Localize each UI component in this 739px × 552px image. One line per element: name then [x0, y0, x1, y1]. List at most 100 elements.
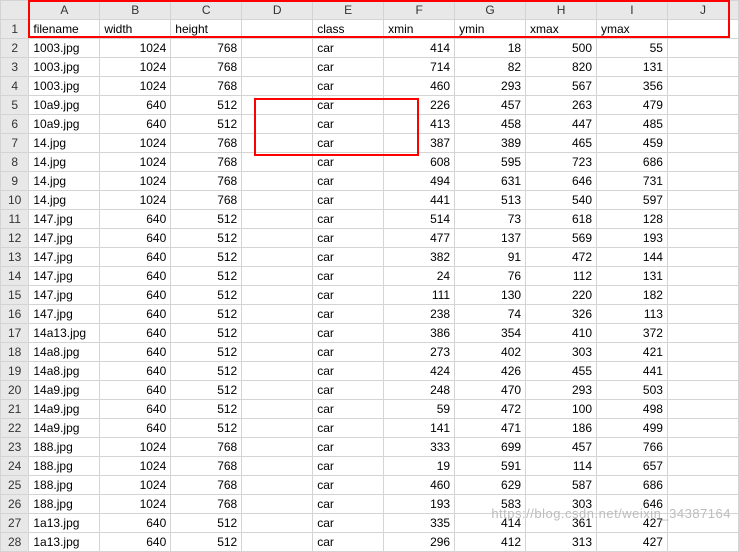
- cell[interactable]: [667, 77, 738, 96]
- cell[interactable]: 147.jpg: [29, 248, 100, 267]
- cell[interactable]: [242, 362, 313, 381]
- cell[interactable]: 640: [100, 267, 171, 286]
- cell[interactable]: 512: [171, 381, 242, 400]
- cell[interactable]: car: [313, 96, 384, 115]
- cell[interactable]: 427: [597, 533, 668, 552]
- row-header[interactable]: 19: [1, 362, 29, 381]
- cell[interactable]: 188.jpg: [29, 495, 100, 514]
- cell[interactable]: [242, 210, 313, 229]
- cell[interactable]: 111: [384, 286, 455, 305]
- col-header-C[interactable]: C: [171, 1, 242, 20]
- cell[interactable]: filename: [29, 20, 100, 39]
- cell[interactable]: car: [313, 39, 384, 58]
- cell[interactable]: car: [313, 495, 384, 514]
- cell[interactable]: car: [313, 476, 384, 495]
- cell[interactable]: 512: [171, 362, 242, 381]
- cell[interactable]: 472: [455, 400, 526, 419]
- cell[interactable]: 514: [384, 210, 455, 229]
- cell[interactable]: [667, 20, 738, 39]
- cell[interactable]: 512: [171, 514, 242, 533]
- corner-cell[interactable]: [1, 1, 29, 20]
- cell[interactable]: 1003.jpg: [29, 58, 100, 77]
- spreadsheet-grid[interactable]: A B C D E F G H I J 1filenamewidthheight…: [0, 0, 739, 552]
- cell[interactable]: [242, 248, 313, 267]
- cell[interactable]: 10a9.jpg: [29, 115, 100, 134]
- cell[interactable]: 1024: [100, 153, 171, 172]
- cell[interactable]: 768: [171, 58, 242, 77]
- cell[interactable]: 389: [455, 134, 526, 153]
- cell[interactable]: 303: [526, 343, 597, 362]
- cell[interactable]: 426: [455, 362, 526, 381]
- cell[interactable]: car: [313, 533, 384, 552]
- cell[interactable]: 640: [100, 248, 171, 267]
- cell[interactable]: 14.jpg: [29, 134, 100, 153]
- cell[interactable]: 512: [171, 343, 242, 362]
- cell[interactable]: 629: [455, 476, 526, 495]
- cell[interactable]: 455: [526, 362, 597, 381]
- cell[interactable]: 14a8.jpg: [29, 362, 100, 381]
- cell[interactable]: 768: [171, 476, 242, 495]
- cell[interactable]: [242, 134, 313, 153]
- cell[interactable]: 186: [526, 419, 597, 438]
- cell[interactable]: car: [313, 514, 384, 533]
- cell[interactable]: 413: [384, 115, 455, 134]
- cell[interactable]: 657: [597, 457, 668, 476]
- cell[interactable]: 131: [597, 58, 668, 77]
- cell[interactable]: [667, 229, 738, 248]
- cell[interactable]: [667, 153, 738, 172]
- cell[interactable]: 513: [455, 191, 526, 210]
- cell[interactable]: ymin: [455, 20, 526, 39]
- row-header[interactable]: 12: [1, 229, 29, 248]
- cell[interactable]: [242, 495, 313, 514]
- cell[interactable]: [242, 229, 313, 248]
- cell[interactable]: 640: [100, 305, 171, 324]
- cell[interactable]: ymax: [597, 20, 668, 39]
- row-header[interactable]: 22: [1, 419, 29, 438]
- cell[interactable]: 731: [597, 172, 668, 191]
- row-header[interactable]: 13: [1, 248, 29, 267]
- cell[interactable]: 1024: [100, 134, 171, 153]
- cell[interactable]: car: [313, 134, 384, 153]
- row-header[interactable]: 2: [1, 39, 29, 58]
- cell[interactable]: [667, 438, 738, 457]
- cell[interactable]: [242, 343, 313, 362]
- cell[interactable]: 477: [384, 229, 455, 248]
- cell[interactable]: 768: [171, 457, 242, 476]
- cell[interactable]: car: [313, 191, 384, 210]
- cell[interactable]: 820: [526, 58, 597, 77]
- cell[interactable]: 460: [384, 476, 455, 495]
- cell[interactable]: [667, 362, 738, 381]
- cell[interactable]: 14.jpg: [29, 153, 100, 172]
- cell[interactable]: 238: [384, 305, 455, 324]
- cell[interactable]: 386: [384, 324, 455, 343]
- cell[interactable]: [242, 381, 313, 400]
- row-header[interactable]: 23: [1, 438, 29, 457]
- cell[interactable]: 248: [384, 381, 455, 400]
- cell[interactable]: [667, 191, 738, 210]
- cell[interactable]: 470: [455, 381, 526, 400]
- col-header-D[interactable]: D: [242, 1, 313, 20]
- cell[interactable]: 1003.jpg: [29, 39, 100, 58]
- cell[interactable]: car: [313, 210, 384, 229]
- cell[interactable]: 1a13.jpg: [29, 514, 100, 533]
- cell[interactable]: 263: [526, 96, 597, 115]
- cell[interactable]: [667, 495, 738, 514]
- cell[interactable]: [242, 305, 313, 324]
- cell[interactable]: [242, 286, 313, 305]
- cell[interactable]: [667, 419, 738, 438]
- row-header[interactable]: 17: [1, 324, 29, 343]
- col-header-J[interactable]: J: [667, 1, 738, 20]
- cell[interactable]: [242, 58, 313, 77]
- row-header[interactable]: 20: [1, 381, 29, 400]
- cell[interactable]: [667, 533, 738, 552]
- cell[interactable]: 512: [171, 419, 242, 438]
- row-header[interactable]: 27: [1, 514, 29, 533]
- cell[interactable]: 768: [171, 495, 242, 514]
- cell[interactable]: 441: [597, 362, 668, 381]
- cell[interactable]: 512: [171, 305, 242, 324]
- cell[interactable]: 640: [100, 362, 171, 381]
- cell[interactable]: 424: [384, 362, 455, 381]
- cell[interactable]: car: [313, 172, 384, 191]
- cell[interactable]: car: [313, 457, 384, 476]
- cell[interactable]: 128: [597, 210, 668, 229]
